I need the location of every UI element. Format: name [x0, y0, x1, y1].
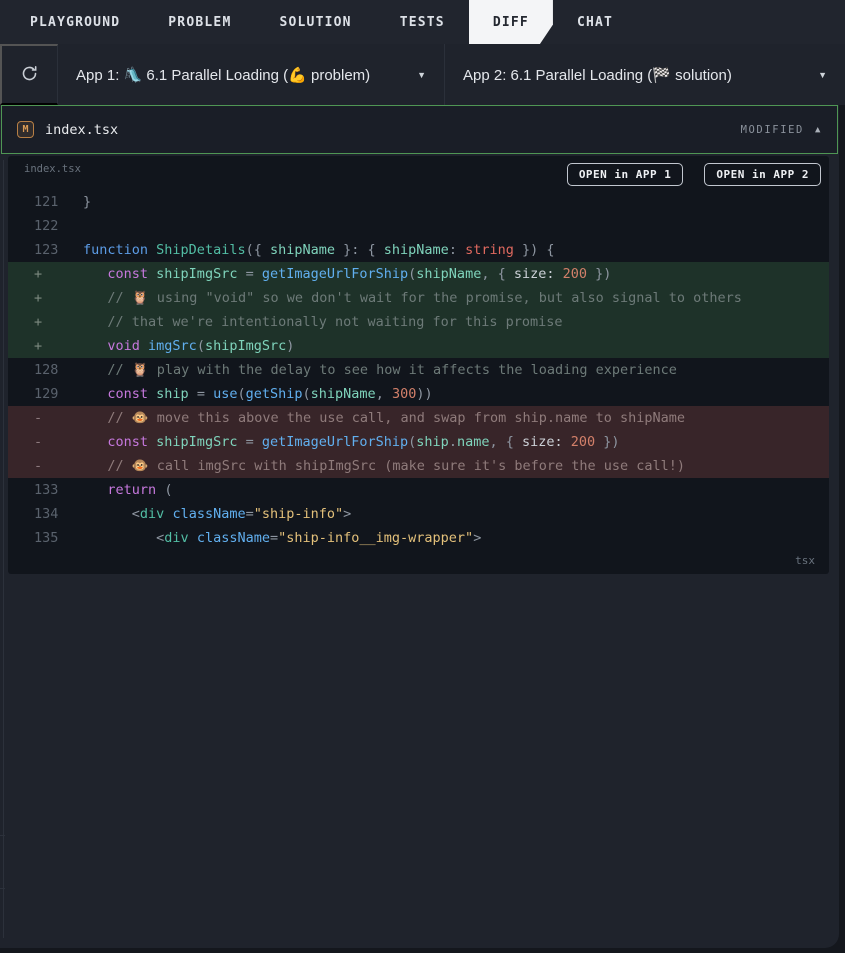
- code-diff-block: index.tsx OPEN in APP 1 OPEN in APP 2 12…: [8, 156, 829, 574]
- code-line: 134 <div className="ship-info">: [8, 502, 829, 526]
- diff-marker: -: [34, 410, 43, 426]
- code-line: 128 // 🦉 play with the delay to see how …: [8, 358, 829, 382]
- app1-dropdown[interactable]: App 1: 🛝 6.1 Parallel Loading (💪 problem…: [58, 44, 445, 105]
- modified-badge-icon: M: [17, 121, 34, 138]
- nav-tab-solution[interactable]: SOLUTION: [255, 0, 375, 44]
- nav-tab-problem[interactable]: PROBLEM: [144, 0, 255, 44]
- diff-marker: -: [34, 458, 43, 474]
- file-status-label: MODIFIED: [740, 123, 804, 136]
- line-number: 128: [34, 362, 59, 378]
- file-name: index.tsx: [45, 121, 119, 138]
- line-number: 129: [34, 386, 59, 402]
- code-line: 121}: [8, 190, 829, 214]
- nav-tabs: PLAYGROUND PROBLEM SOLUTION TESTS DIFF CHAT: [6, 0, 637, 44]
- code-filename-label: index.tsx: [24, 163, 81, 175]
- code-line: + void imgSrc(shipImgSrc): [8, 334, 829, 358]
- code-line: 135 <div className="ship-info__img-wrapp…: [8, 526, 829, 550]
- diff-marker: +: [34, 266, 43, 282]
- refresh-icon: [20, 64, 39, 86]
- line-number: 135: [34, 530, 59, 546]
- language-label: tsx: [795, 554, 815, 567]
- top-nav: PLAYGROUND PROBLEM SOLUTION TESTS DIFF CHAT: [0, 0, 845, 44]
- app1-dropdown-label: App 1: 🛝 6.1 Parallel Loading (💪 problem…: [76, 66, 371, 84]
- chevron-down-icon: ▼: [818, 69, 827, 80]
- code-line: + const shipImgSrc = getImageUrlForShip(…: [8, 262, 829, 286]
- file-status: MODIFIED ▲: [741, 124, 822, 136]
- nav-tab-playground[interactable]: PLAYGROUND: [6, 0, 144, 44]
- code-line: - const shipImgSrc = getImageUrlForShip(…: [8, 430, 829, 454]
- rail-tick: [0, 835, 5, 836]
- collapse-icon[interactable]: ▲: [815, 125, 822, 135]
- diff-marker: +: [34, 290, 43, 306]
- code-line: + // that we're intentionally not waitin…: [8, 310, 829, 334]
- code-line: 122: [8, 214, 829, 238]
- code-line: - // 🐵 move this above the use call, and…: [8, 406, 829, 430]
- refresh-button[interactable]: [0, 44, 58, 105]
- code-line: - // 🐵 call imgSrc with shipImgSrc (make…: [8, 454, 829, 478]
- nav-tab-tests[interactable]: TESTS: [376, 0, 469, 44]
- open-in-app2-button[interactable]: OPEN in APP 2: [704, 163, 821, 186]
- line-number: 122: [34, 218, 59, 234]
- open-buttons: OPEN in APP 1 OPEN in APP 2: [566, 163, 821, 186]
- left-rail-divider: [3, 160, 4, 938]
- chevron-down-icon: ▼: [417, 69, 426, 80]
- line-number: 134: [34, 506, 59, 522]
- line-number: 121: [34, 194, 59, 210]
- open-in-app1-button[interactable]: OPEN in APP 1: [566, 163, 684, 186]
- diff-marker: +: [34, 338, 43, 354]
- rail-tick: [0, 888, 5, 889]
- diff-marker: -: [34, 434, 43, 450]
- line-number: 123: [34, 242, 59, 258]
- code-lines: 121} 122 123 function ShipDetails({ shipNam…: [8, 190, 829, 550]
- code-line: 133 return (: [8, 478, 829, 502]
- app-toolbar: App 1: 🛝 6.1 Parallel Loading (💪 problem…: [0, 44, 845, 105]
- code-line: 129 const ship = use(getShip(shipName, 3…: [8, 382, 829, 406]
- code-line: + // 🦉 using "void" so we don't wait for…: [8, 286, 829, 310]
- code-line: 123 function ShipDetails({ shipName }: { …: [8, 238, 829, 262]
- nav-tab-diff[interactable]: DIFF: [469, 0, 553, 44]
- line-number: 133: [34, 482, 59, 498]
- file-header[interactable]: M index.tsx MODIFIED ▲: [1, 105, 838, 154]
- diff-panel: M index.tsx MODIFIED ▲ index.tsx OPEN in…: [0, 105, 839, 948]
- nav-tab-chat[interactable]: CHAT: [553, 0, 637, 44]
- app2-dropdown-label: App 2: 6.1 Parallel Loading (🏁 solution): [463, 66, 732, 84]
- diff-marker: +: [34, 314, 43, 330]
- app2-dropdown[interactable]: App 2: 6.1 Parallel Loading (🏁 solution)…: [445, 44, 845, 105]
